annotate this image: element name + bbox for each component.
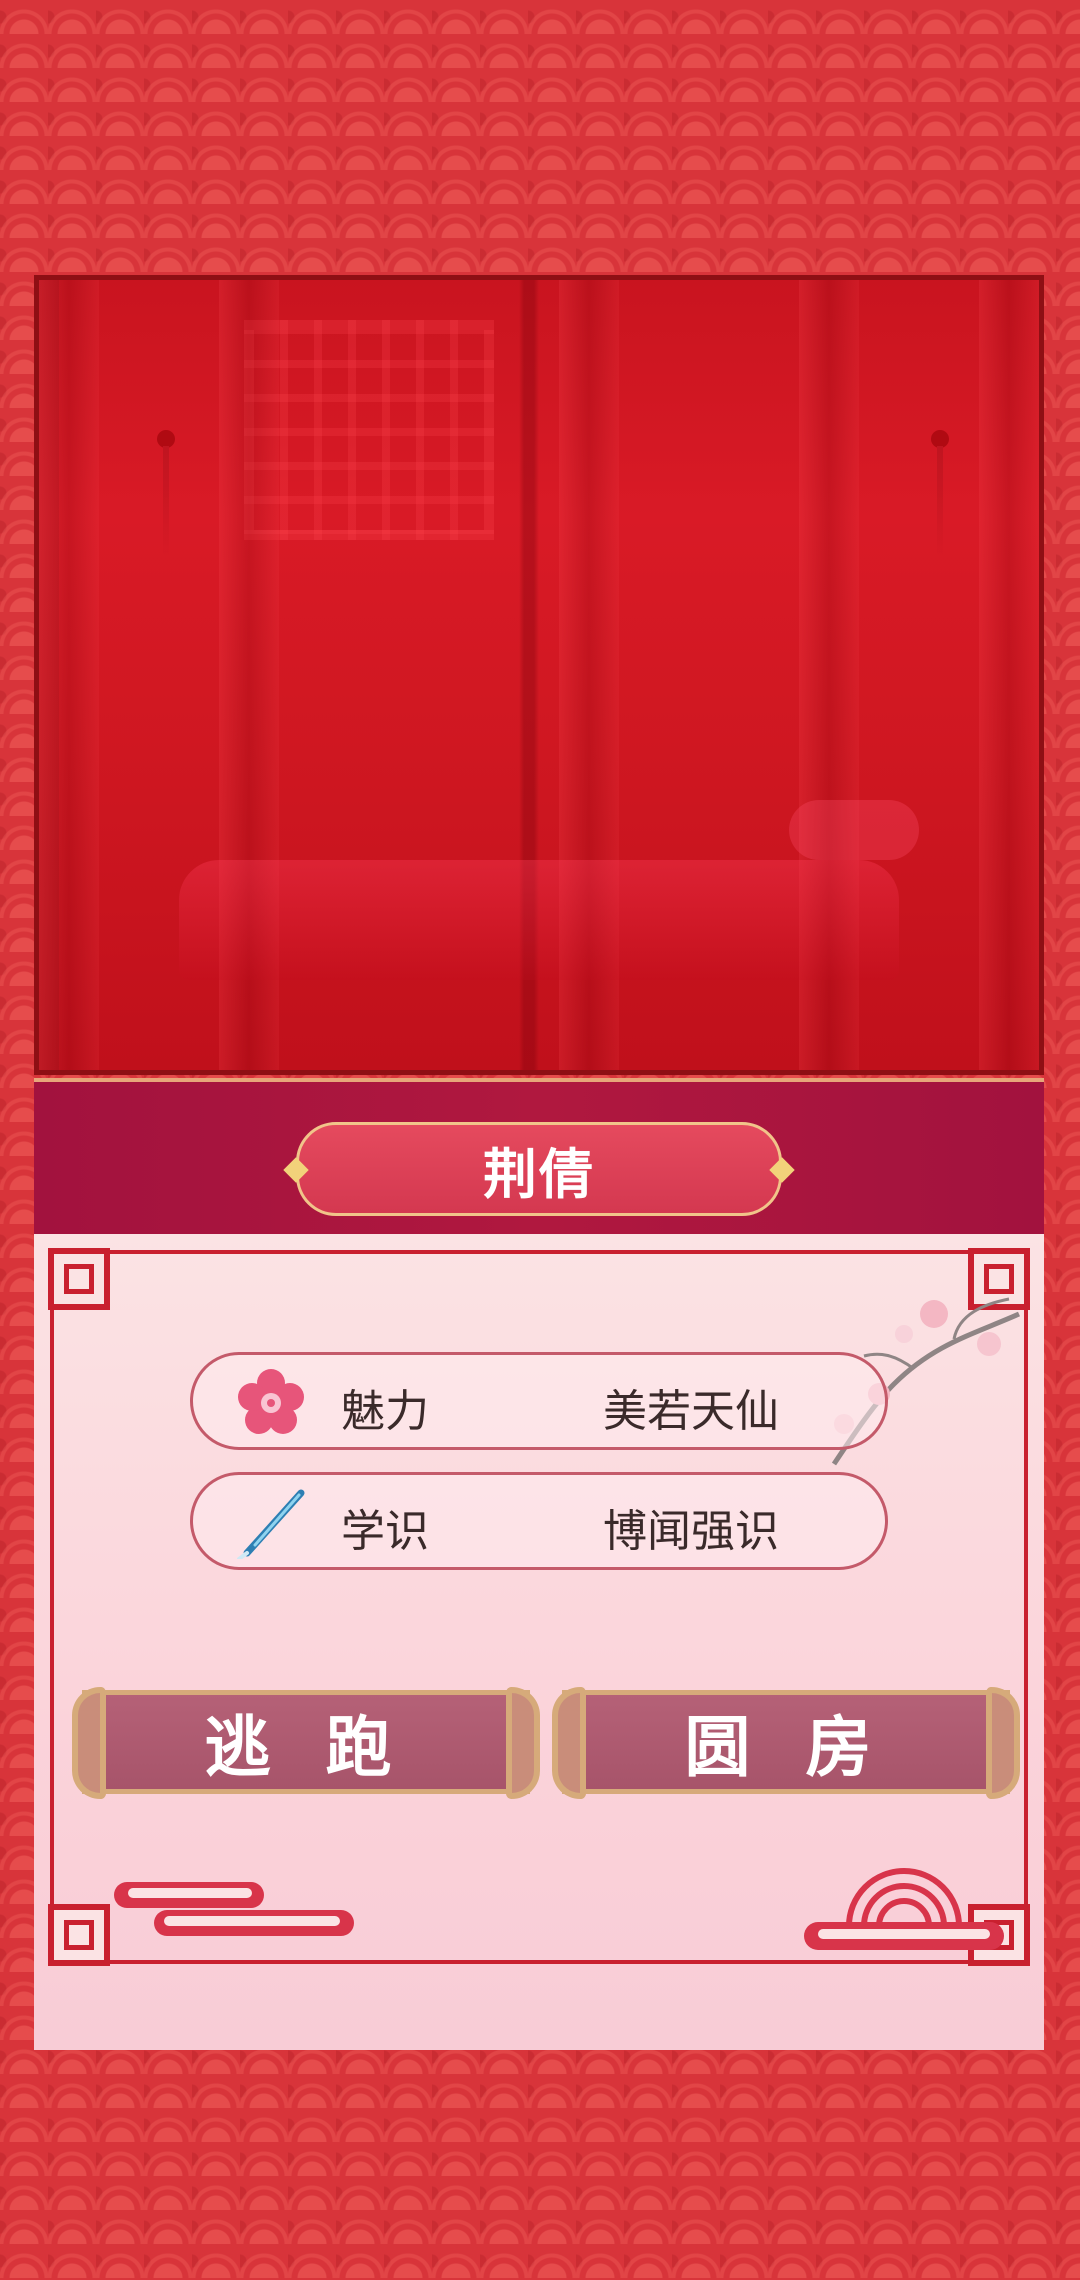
scroll-ornament-icon <box>72 1687 106 1799</box>
wedding-bed <box>179 860 899 980</box>
stat-value: 博闻强识 <box>603 1506 779 1557</box>
character-name-plate: 荆倩 <box>283 1122 795 1216</box>
bridal-chamber-scene <box>34 275 1044 1075</box>
auspicious-cloud-icon <box>804 1868 1004 1950</box>
pillow <box>789 800 919 860</box>
curtain-tassel-icon <box>931 430 949 556</box>
curtain-drape-left <box>39 280 99 1070</box>
curtain-tassel-icon <box>157 430 175 556</box>
character-name: 荆倩 <box>483 1142 595 1206</box>
plum-blossom-icon <box>238 1369 304 1434</box>
brush-pen-icon <box>237 1489 305 1559</box>
character-name-bar: 荆倩 <box>34 1078 1044 1234</box>
frame-corner-ornament <box>48 1904 110 1966</box>
cloud-scroll-ornament-icon <box>114 1882 354 1936</box>
stat-label: 学识 <box>341 1506 429 1557</box>
scroll-ornament-icon <box>552 1687 586 1799</box>
escape-button[interactable]: 逃 跑 <box>72 1687 540 1799</box>
character-info-panel: 魅力 美若天仙 学识 博闻强识 逃 跑 圆 房 <box>34 1234 1044 2050</box>
diamond-ornament-icon <box>283 1157 309 1183</box>
charm-stat-row: 魅力 美若天仙 <box>190 1352 888 1450</box>
escape-button-label: 逃 跑 <box>204 1709 408 1786</box>
curtain-drape-right <box>979 280 1039 1070</box>
stat-label: 魅力 <box>341 1386 429 1437</box>
frame-corner-ornament <box>48 1248 110 1310</box>
window-lattice <box>244 320 494 540</box>
diamond-ornament-icon <box>769 1157 795 1183</box>
scroll-ornament-icon <box>506 1687 540 1799</box>
consummate-button[interactable]: 圆 房 <box>552 1687 1020 1799</box>
consummate-button-label: 圆 房 <box>684 1709 888 1786</box>
scroll-ornament-icon <box>986 1687 1020 1799</box>
knowledge-stat-row: 学识 博闻强识 <box>190 1472 888 1570</box>
stat-value: 美若天仙 <box>603 1386 779 1437</box>
